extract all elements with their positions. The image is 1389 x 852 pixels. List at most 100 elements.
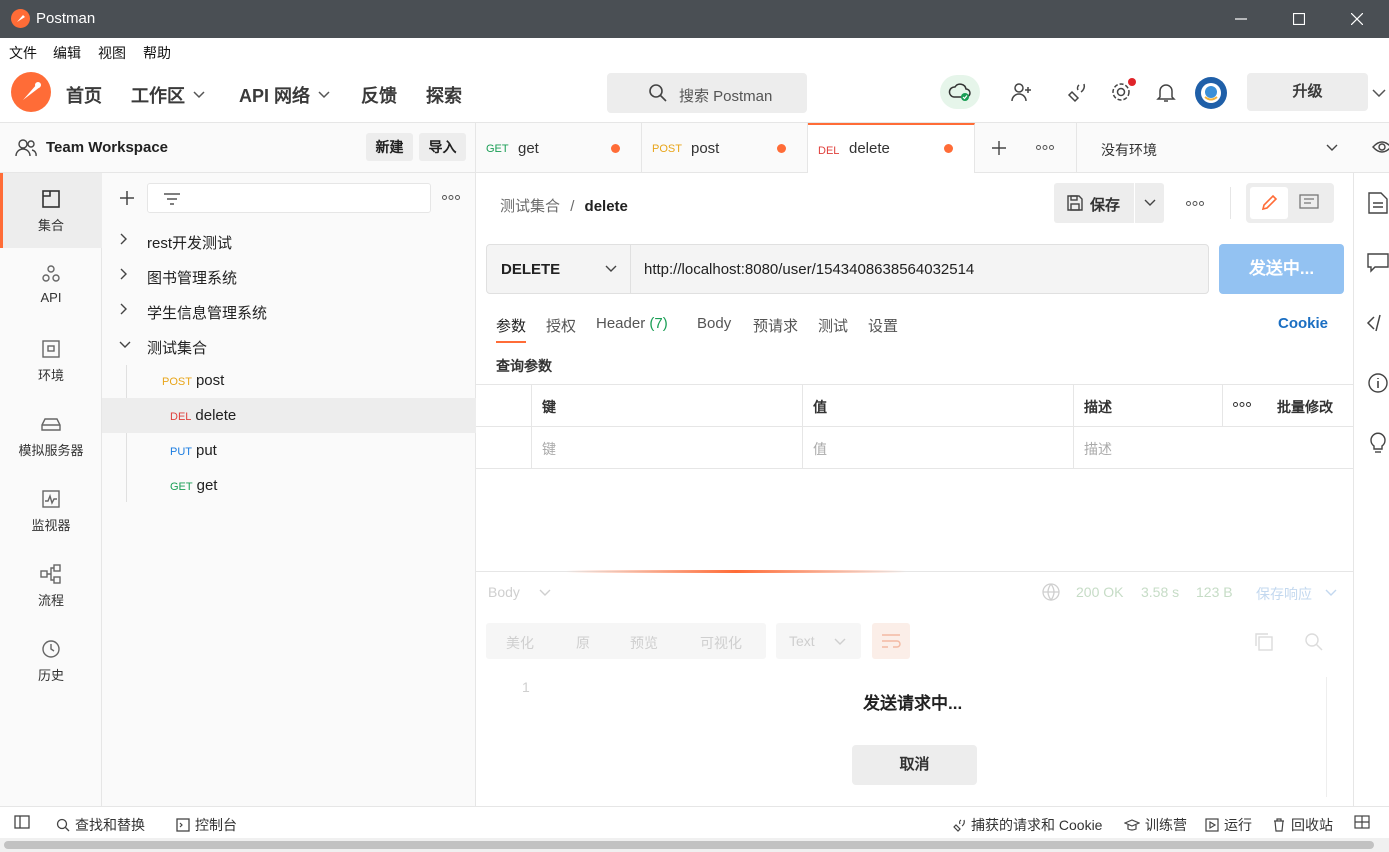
tab-more-icon[interactable]	[1036, 145, 1054, 150]
param-value-input[interactable]: 值	[802, 427, 1073, 468]
documentation-icon[interactable]	[1366, 191, 1389, 215]
horizontal-scrollbar[interactable]	[0, 838, 1389, 852]
nav-feedback[interactable]: 反馈	[361, 82, 397, 108]
collection-item[interactable]: 图书管理系统	[102, 258, 476, 293]
menu-help[interactable]: 帮助	[143, 43, 171, 63]
sending-request-message: 发送请求中...	[863, 694, 963, 713]
tab-params[interactable]: 参数	[496, 315, 526, 336]
view-visualize[interactable]: 可视化	[700, 633, 742, 653]
collection-filter-input[interactable]	[147, 183, 431, 213]
collection-item-expanded[interactable]: 测试集合	[102, 328, 476, 363]
info-icon[interactable]	[1366, 371, 1389, 395]
notifications-bell-icon[interactable]	[1153, 79, 1179, 105]
cancel-request-button[interactable]: 取消	[852, 745, 977, 785]
column-options-button[interactable]	[1222, 385, 1267, 426]
eye-icon[interactable]	[1372, 139, 1389, 155]
console-button[interactable]: 控制台	[176, 815, 237, 835]
bootcamp-button[interactable]: 训练营	[1124, 815, 1187, 835]
view-pretty[interactable]: 美化	[506, 633, 534, 653]
nav-home[interactable]: 首页	[66, 82, 102, 108]
rail-item-api[interactable]: API	[0, 248, 102, 323]
find-replace-button[interactable]: 查找和替换	[56, 815, 145, 835]
save-response-button[interactable]: 保存响应	[1256, 584, 1312, 604]
comments-icon[interactable]	[1366, 251, 1389, 275]
add-collection-icon[interactable]	[119, 190, 135, 206]
nav-workspaces[interactable]: 工作区	[131, 82, 205, 108]
search-icon	[56, 818, 70, 832]
rail-item-monitors[interactable]: 监视器	[0, 473, 102, 548]
rail-item-history[interactable]: 历史	[0, 623, 102, 698]
tab-get[interactable]: GET get	[476, 123, 642, 173]
tab-pre-request[interactable]: 预请求	[753, 315, 798, 336]
new-tab-plus-icon[interactable]	[991, 140, 1007, 156]
search-box[interactable]: 搜索 Postman	[607, 73, 807, 113]
search-icon[interactable]	[1304, 632, 1324, 652]
request-more-icon[interactable]	[1186, 201, 1204, 206]
edit-mode-button[interactable]	[1250, 187, 1288, 219]
comment-icon[interactable]	[1299, 194, 1319, 212]
rail-item-collections[interactable]: 集合	[0, 173, 102, 248]
request-item[interactable]: POST post	[102, 363, 476, 398]
breadcrumb-current[interactable]: delete	[585, 198, 628, 215]
maximize-button[interactable]	[1270, 0, 1328, 38]
tab-headers[interactable]: Header (7)	[596, 315, 668, 332]
copy-icon[interactable]	[1254, 632, 1274, 652]
save-button[interactable]: 保存	[1054, 183, 1134, 223]
nav-explore[interactable]: 探索	[426, 82, 462, 108]
tab-body[interactable]: Body	[697, 315, 731, 332]
settings-gear-icon[interactable]	[1108, 78, 1136, 105]
trash-button[interactable]: 回收站	[1272, 815, 1333, 835]
two-pane-toggle-button[interactable]	[1354, 815, 1370, 829]
rail-item-flows[interactable]: 流程	[0, 548, 102, 623]
url-input[interactable]: http://localhost:8080/user/1543408638564…	[644, 261, 974, 278]
scrollbar-thumb[interactable]	[4, 841, 1374, 849]
more-options-icon[interactable]	[442, 195, 460, 200]
menu-edit[interactable]: 编辑	[53, 43, 81, 63]
rail-item-environments[interactable]: 环境	[0, 323, 102, 398]
postman-home-logo-icon[interactable]	[11, 72, 51, 112]
new-button[interactable]: 新建	[366, 133, 413, 161]
view-raw[interactable]: 原	[576, 633, 590, 653]
collection-item[interactable]: 学生信息管理系统	[102, 293, 476, 328]
invite-user-icon[interactable]	[1008, 79, 1034, 105]
capture-requests-button[interactable]: 捕获的请求和 Cookie	[952, 815, 1102, 835]
tab-authorization[interactable]: 授权	[546, 315, 576, 336]
request-item-selected[interactable]: DEL delete	[102, 398, 476, 433]
upgrade-button[interactable]: 升级	[1247, 73, 1368, 111]
rail-item-mock-servers[interactable]: 模拟服务器	[0, 398, 102, 473]
save-dropdown-button[interactable]	[1135, 183, 1164, 223]
user-avatar[interactable]	[1195, 77, 1227, 109]
cookie-link[interactable]: Cookie	[1278, 315, 1328, 332]
method-select[interactable]: DELETE	[487, 245, 631, 293]
tab-delete[interactable]: DEL delete	[808, 123, 975, 173]
minimize-button[interactable]	[1212, 0, 1270, 38]
lightbulb-icon[interactable]	[1366, 431, 1389, 455]
tab-settings[interactable]: 设置	[868, 315, 898, 336]
runner-button[interactable]: 运行	[1205, 815, 1252, 835]
collection-item[interactable]: rest开发测试	[102, 223, 476, 258]
menu-view[interactable]: 视图	[98, 43, 126, 63]
wrap-lines-button[interactable]	[872, 623, 910, 659]
tab-tests[interactable]: 测试	[818, 315, 848, 336]
satellite-icon[interactable]	[1063, 79, 1089, 105]
menu-file[interactable]: 文件	[9, 43, 37, 63]
close-button[interactable]	[1328, 0, 1386, 38]
tab-post[interactable]: POST post	[642, 123, 808, 173]
active-tab-indicator	[496, 341, 526, 343]
code-icon[interactable]	[1366, 311, 1389, 335]
request-item[interactable]: PUT put	[102, 433, 476, 468]
send-button[interactable]: 发送中...	[1219, 244, 1344, 294]
param-key-input[interactable]: 键	[531, 427, 802, 468]
toggle-sidebar-button[interactable]	[14, 815, 30, 829]
bulk-edit-link[interactable]: 批量修改	[1267, 385, 1353, 426]
chevron-down-icon[interactable]	[1372, 89, 1386, 97]
nav-api-network[interactable]: API 网络	[239, 82, 330, 108]
cloud-sync-icon[interactable]	[940, 75, 980, 109]
breadcrumb-parent[interactable]: 测试集合	[500, 198, 560, 215]
workspace-name[interactable]: Team Workspace	[46, 139, 168, 156]
view-preview[interactable]: 预览	[630, 633, 658, 653]
environment-selector[interactable]: 没有环境	[1077, 123, 1347, 173]
request-item[interactable]: GET get	[102, 468, 476, 503]
param-description-input[interactable]: 描述	[1073, 427, 1353, 468]
import-button[interactable]: 导入	[419, 133, 466, 161]
